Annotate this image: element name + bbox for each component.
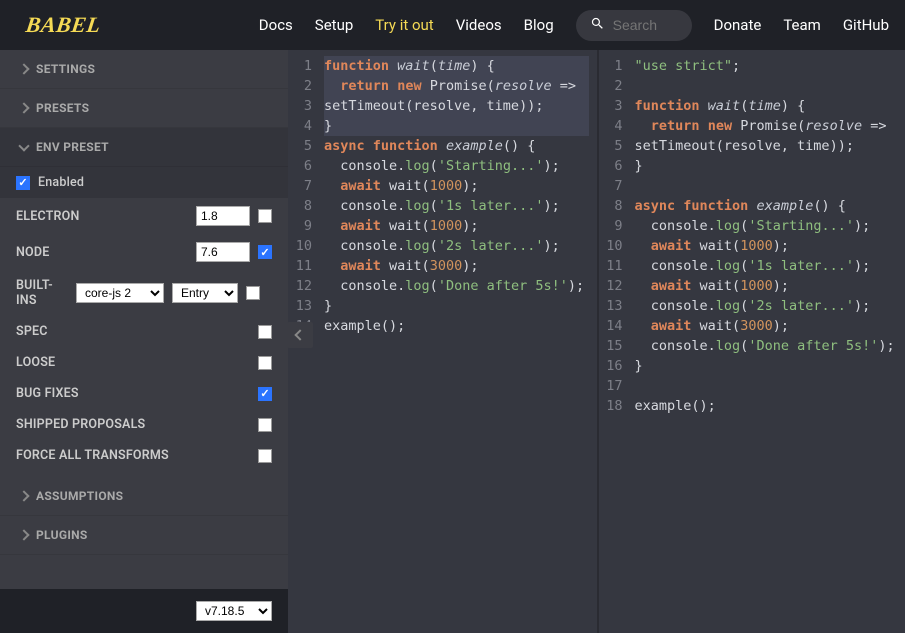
nav-blog[interactable]: Blog	[524, 16, 554, 34]
section-env[interactable]: ENV PRESET	[0, 128, 288, 167]
spec-checkbox[interactable]	[258, 325, 272, 339]
row-bugfixes: BUG FIXES	[0, 378, 288, 409]
section-label: PRESETS	[36, 101, 89, 115]
builtins-mode-select[interactable]: Entry	[172, 283, 238, 303]
nav-videos[interactable]: Videos	[456, 16, 502, 34]
logo[interactable]: BABEL	[24, 12, 102, 38]
section-label: PLUGINS	[36, 528, 88, 542]
force-checkbox[interactable]	[258, 449, 272, 463]
section-presets[interactable]: PRESETS	[0, 89, 288, 128]
editor-area: 1 2 3 4 5 6 7 8 9 10 11 12 13 14 functio…	[288, 50, 905, 633]
node-input[interactable]	[196, 242, 250, 262]
section-label: ASSUMPTIONS	[36, 489, 123, 503]
bugfixes-checkbox[interactable]	[258, 387, 272, 401]
search-icon	[590, 16, 605, 35]
top-nav: BABEL Docs Setup Try it out Videos Blog …	[0, 0, 905, 50]
input-code[interactable]: function wait(time) { return new Promise…	[320, 50, 597, 633]
section-plugins[interactable]: PLUGINS	[0, 516, 288, 555]
nav-setup[interactable]: Setup	[315, 16, 353, 34]
nav-donate[interactable]: Donate	[714, 16, 762, 34]
electron-checkbox[interactable]	[258, 209, 272, 223]
row-loose: LOOSE	[0, 347, 288, 378]
nav-team[interactable]: Team	[783, 16, 821, 34]
builtins-corejs-select[interactable]: core-js 2	[76, 283, 164, 303]
nav-links: Docs Setup Try it out Videos Blog Donate…	[259, 10, 889, 41]
chevron-right-icon	[18, 102, 29, 113]
sidebar: SETTINGS PRESETS ENV PRESET Enabled ELEC…	[0, 50, 288, 633]
row-force: FORCE ALL TRANSFORMS	[0, 440, 288, 471]
section-label: ENV PRESET	[36, 140, 109, 154]
node-checkbox[interactable]	[258, 245, 272, 259]
nav-try[interactable]: Try it out	[375, 16, 433, 34]
nav-github[interactable]: GitHub	[843, 16, 889, 34]
row-shipped: SHIPPED PROPOSALS	[0, 409, 288, 440]
section-assumptions[interactable]: ASSUMPTIONS	[0, 477, 288, 516]
chevron-right-icon	[18, 63, 29, 74]
chevron-right-icon	[18, 490, 29, 501]
chevron-left-icon	[294, 329, 305, 340]
electron-input[interactable]	[196, 206, 250, 226]
input-editor[interactable]: 1 2 3 4 5 6 7 8 9 10 11 12 13 14 functio…	[288, 50, 597, 633]
enabled-label: Enabled	[38, 175, 272, 190]
search-box[interactable]	[576, 10, 692, 41]
nav-docs[interactable]: Docs	[259, 16, 293, 34]
row-node: NODE	[0, 234, 288, 270]
collapse-sidebar-button[interactable]	[287, 322, 313, 348]
chevron-down-icon	[18, 140, 29, 151]
env-enabled-row: Enabled	[0, 167, 288, 198]
row-spec: SPEC	[0, 316, 288, 347]
loose-checkbox[interactable]	[258, 356, 272, 370]
version-select[interactable]: v7.18.5	[196, 601, 272, 621]
builtins-checkbox[interactable]	[246, 286, 260, 300]
shipped-checkbox[interactable]	[258, 418, 272, 432]
section-label: SETTINGS	[36, 62, 95, 76]
search-input[interactable]	[613, 17, 683, 33]
section-settings[interactable]: SETTINGS	[0, 50, 288, 89]
output-line-numbers: 1 2 3 4 5 6 7 8 9 10 11 12 13 14 15 16 1…	[599, 50, 631, 633]
output-editor: 1 2 3 4 5 6 7 8 9 10 11 12 13 14 15 16 1…	[597, 50, 905, 633]
enabled-checkbox[interactable]	[16, 176, 30, 190]
row-builtins: BUILT-INS core-js 2 Entry	[0, 270, 288, 316]
sidebar-footer: v7.18.5	[0, 589, 288, 633]
output-code: "use strict"; function wait(time) { retu…	[631, 50, 905, 633]
chevron-right-icon	[18, 529, 29, 540]
row-electron: ELECTRON	[0, 198, 288, 234]
